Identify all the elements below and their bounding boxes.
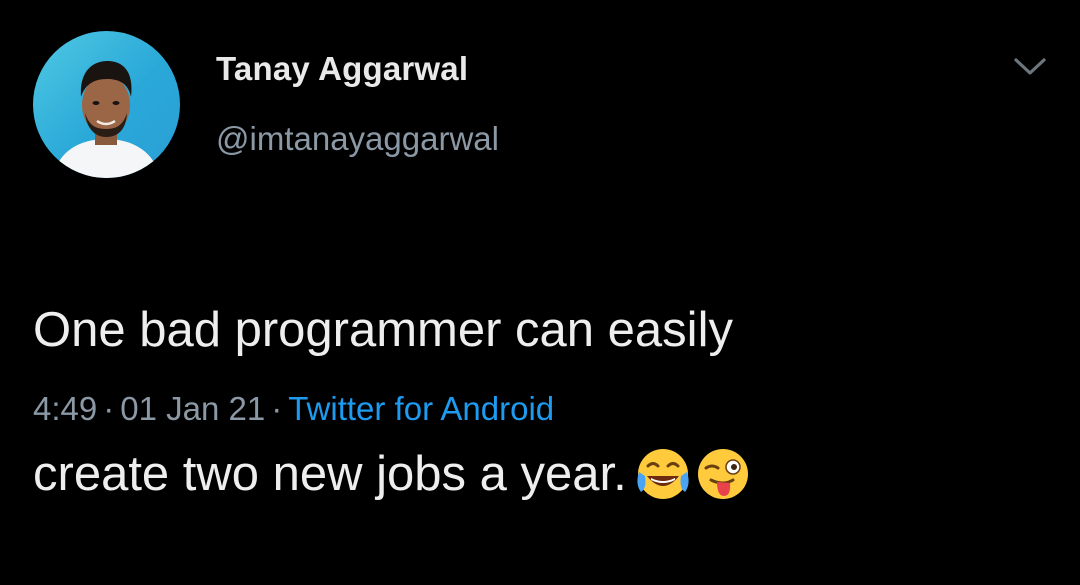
tweet-text-line: create two new jobs a year. — [33, 438, 1033, 513]
tweet-card: Tanay Aggarwal @imtanayaggarwal One bad … — [0, 0, 1080, 501]
tweet-meta: 4:49 · 01 Jan 21 · Twitter for Android — [33, 390, 554, 428]
author-display-name[interactable]: Tanay Aggarwal — [216, 50, 468, 88]
tweet-time: 4:49 — [33, 390, 98, 427]
avatar[interactable] — [33, 31, 180, 178]
tweet-date: 01 Jan 21 — [120, 390, 266, 427]
tweet-text-segment: create two new jobs a year. — [33, 447, 627, 501]
emoji-group — [633, 435, 753, 507]
face-with-tears-of-joy-icon — [637, 449, 689, 500]
author-handle[interactable]: @imtanayaggarwal — [216, 120, 499, 158]
avatar-photo — [53, 61, 160, 178]
chevron-down-icon[interactable] — [1012, 54, 1048, 80]
winking-face-with-tongue-icon — [697, 449, 748, 500]
meta-separator: · — [271, 390, 283, 427]
meta-separator: · — [103, 390, 115, 427]
tweet-source-link[interactable]: Twitter for Android — [288, 390, 554, 427]
tweet-text-line: One bad programmer can easily — [33, 303, 733, 357]
